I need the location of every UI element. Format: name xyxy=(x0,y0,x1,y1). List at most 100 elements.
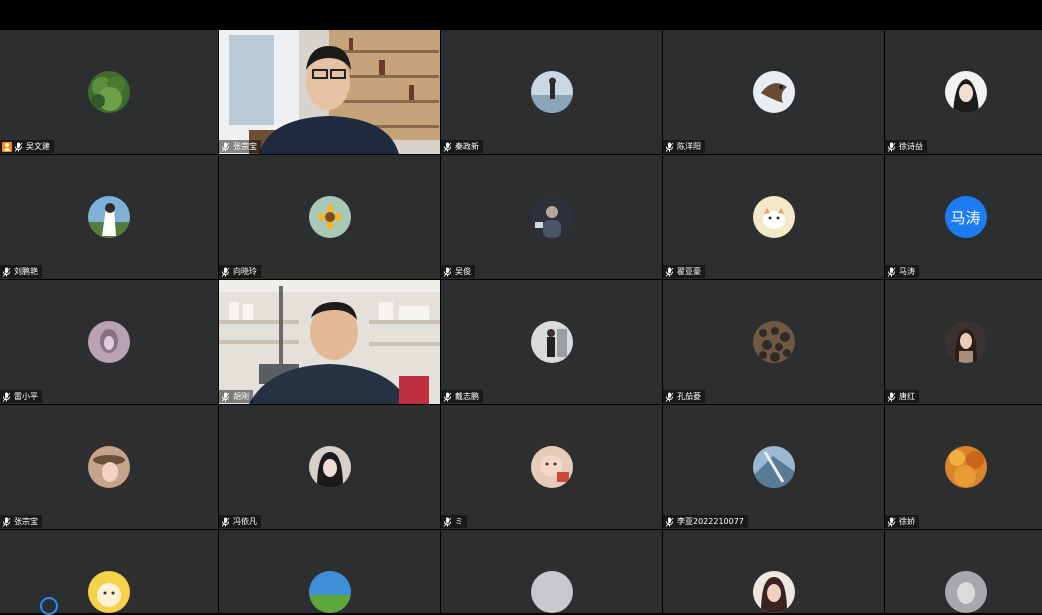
participant-tile[interactable]: 冯依凡 xyxy=(219,405,440,529)
mic-muted-icon xyxy=(665,392,674,402)
participant-name: 戴志鹏 xyxy=(455,392,479,401)
participant-name: 秦政新 xyxy=(455,142,479,151)
participant-name: 向晓玲 xyxy=(233,267,257,276)
participant-grid: 吴文建 张宗宝 秦政新 陈洋阳 徐诗益 刘鹏艳 向晓玲 吴俊 翟亚豪 马涛 马涛 雷小平 胡刚 戴志鹏 孔茄… xyxy=(0,30,1042,613)
blue-sky-avatar xyxy=(752,446,795,488)
mic-muted-icon xyxy=(443,392,452,402)
participant-name: 徐娇 xyxy=(899,517,915,526)
loading-ring-icon[interactable] xyxy=(40,597,58,615)
participant-tile[interactable] xyxy=(663,530,884,613)
mic-muted-icon xyxy=(887,267,896,277)
participant-nametag: 翟亚豪 xyxy=(663,265,705,278)
mic-muted-icon xyxy=(665,142,674,152)
participant-tile[interactable] xyxy=(441,530,662,613)
participant-name: 吴俊 xyxy=(455,267,471,276)
participant-nametag: 秦政新 xyxy=(441,140,483,153)
girl-brown-hair-avatar xyxy=(944,321,987,363)
participant-nametag: 雷小平 xyxy=(0,390,42,403)
participant-nametag: 孔茄菱 xyxy=(663,390,705,403)
cartoon-face-avatar xyxy=(88,571,130,613)
mic-muted-icon xyxy=(221,142,230,152)
participant-tile[interactable]: 胡刚 xyxy=(219,280,440,404)
participant-tile[interactable]: 徐诗益 xyxy=(885,30,1042,154)
bird-avatar xyxy=(752,71,795,113)
mic-muted-icon xyxy=(443,142,452,152)
sunflower-avatar xyxy=(308,196,351,238)
participant-tile[interactable]: 雷小平 xyxy=(0,280,218,404)
participant-tile[interactable]: 向晓玲 xyxy=(219,155,440,279)
participant-tile[interactable]: ミ xyxy=(441,405,662,529)
green-field-avatar xyxy=(308,571,351,613)
participant-nametag: 戴志鹏 xyxy=(441,390,483,403)
participant-nametag: 冯依凡 xyxy=(219,515,261,528)
participant-tile[interactable] xyxy=(219,530,440,613)
participant-tile[interactable]: 张宗宝 xyxy=(0,405,218,529)
mic-muted-icon xyxy=(14,142,23,152)
participant-name: 孔茄菱 xyxy=(677,392,701,401)
host-badge-icon xyxy=(2,141,12,152)
participant-tile[interactable]: 张宗宝 xyxy=(219,30,440,154)
participant-name: 翟亚豪 xyxy=(677,267,701,276)
participant-name: 马涛 xyxy=(899,267,915,276)
participant-tile[interactable]: 吴文建 xyxy=(0,30,218,154)
anime-girl-avatar xyxy=(88,196,130,238)
participant-nametag: 张宗宝 xyxy=(0,515,42,528)
participant-name: 陈洋阳 xyxy=(677,142,701,151)
participant-tile[interactable]: 翟亚豪 xyxy=(663,155,884,279)
participant-tile[interactable]: 李亚2022210077 xyxy=(663,405,884,529)
participant-nametag: 唐红 xyxy=(885,390,919,403)
participant-nametag: ミ xyxy=(441,515,467,528)
participant-nametag: 马涛 xyxy=(885,265,919,278)
participant-tile[interactable] xyxy=(885,530,1042,613)
participant-tile[interactable] xyxy=(0,530,218,613)
participant-tile[interactable]: 唐红 xyxy=(885,280,1042,404)
participant-tile[interactable]: 陈洋阳 xyxy=(663,30,884,154)
text-avatar: 马涛 xyxy=(944,196,987,238)
mic-muted-icon xyxy=(221,267,230,277)
mic-muted-icon xyxy=(665,267,674,277)
participant-nametag: 吴俊 xyxy=(441,265,475,278)
grey-default-avatar xyxy=(530,571,573,613)
participant-tile[interactable]: 马涛 马涛 xyxy=(885,155,1042,279)
participant-tile[interactable]: 秦政新 xyxy=(441,30,662,154)
autumn-leaves-avatar xyxy=(944,446,987,488)
video-feed xyxy=(219,280,440,404)
mic-muted-icon xyxy=(2,267,11,277)
stones-avatar xyxy=(752,321,795,363)
mic-muted-icon xyxy=(887,517,896,527)
participant-tile[interactable]: 戴志鹏 xyxy=(441,280,662,404)
participant-nametag: 徐娇 xyxy=(885,515,919,528)
participant-name: 唐红 xyxy=(899,392,915,401)
woman-face-avatar xyxy=(752,571,795,613)
video-feed xyxy=(219,30,440,154)
mic-muted-icon xyxy=(2,517,11,527)
top-bar xyxy=(0,0,1042,30)
mic-muted-icon xyxy=(443,517,452,527)
mic-muted-icon xyxy=(2,392,11,402)
mic-muted-icon xyxy=(887,392,896,402)
participant-name: 胡刚 xyxy=(233,392,249,401)
cat-cartoon-avatar xyxy=(752,196,795,238)
participant-name: 吴文建 xyxy=(26,142,50,151)
baby-avatar xyxy=(530,446,573,488)
girl-seaside-avatar xyxy=(530,71,573,113)
participant-nametag: 胡刚 xyxy=(219,390,253,403)
participant-nametag: 徐诗益 xyxy=(885,140,927,153)
participant-nametag: 李亚2022210077 xyxy=(663,515,748,528)
participant-name: 张宗宝 xyxy=(233,142,257,151)
mic-muted-icon xyxy=(887,142,896,152)
person-dark-avatar xyxy=(530,196,573,238)
participant-nametag: 陈洋阳 xyxy=(663,140,705,153)
mic-muted-icon xyxy=(443,267,452,277)
participant-nametag: 吴文建 xyxy=(0,140,54,153)
pink-portrait-avatar xyxy=(88,321,130,363)
participant-tile[interactable]: 徐娇 xyxy=(885,405,1042,529)
girl-hat-avatar xyxy=(88,446,130,488)
participant-tile[interactable]: 刘鹏艳 xyxy=(0,155,218,279)
participant-name: 徐诗益 xyxy=(899,142,923,151)
participant-name: 李亚2022210077 xyxy=(677,517,744,526)
participant-name: 刘鹏艳 xyxy=(14,267,38,276)
participant-name: ミ xyxy=(455,517,463,526)
participant-tile[interactable]: 孔茄菱 xyxy=(663,280,884,404)
participant-tile[interactable]: 吴俊 xyxy=(441,155,662,279)
